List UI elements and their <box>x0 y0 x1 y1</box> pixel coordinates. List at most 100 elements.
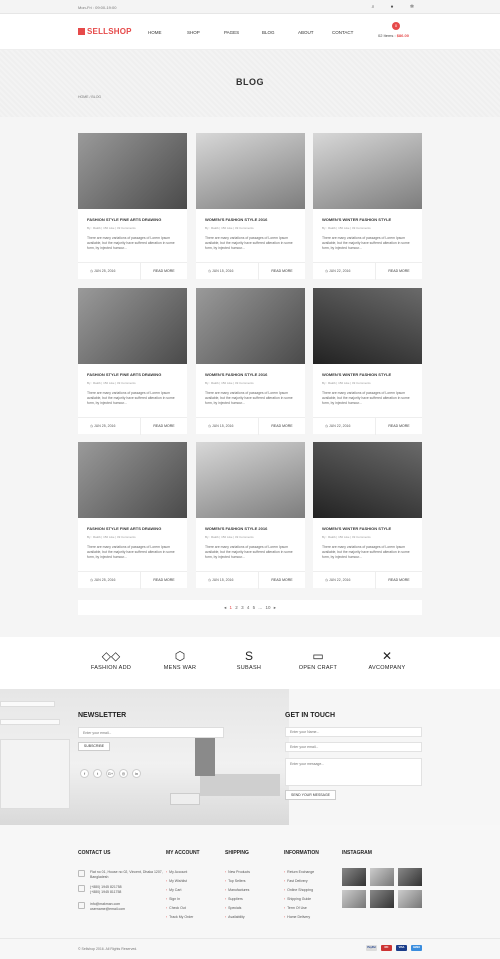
footer-link[interactable]: › Fast Delivery <box>284 877 314 886</box>
read-more-button[interactable]: READ MORE <box>140 263 187 280</box>
post-title[interactable]: WOMEN'S WINTER FASHION STYLE <box>322 217 391 222</box>
nav-pages[interactable]: PAGES <box>224 30 239 35</box>
brand-logo[interactable]: ◇◇ FASHION ADD <box>81 649 141 671</box>
brand-logo[interactable]: ▭ OPEN CRAFT <box>288 649 348 671</box>
blog-post-card[interactable]: WOMEN'S FASHION STYLE 2016 By : Rakib | 1… <box>196 288 305 435</box>
post-image[interactable] <box>313 442 422 518</box>
brand-logo[interactable]: ✕ AVCOMPANY <box>357 649 417 671</box>
prev-page-icon[interactable]: ◂ <box>224 605 226 610</box>
next-page-icon[interactable]: ▸ <box>274 605 276 610</box>
brand-logo[interactable]: S SUBASH <box>219 649 279 671</box>
footer-link[interactable]: › My Cart <box>166 886 193 895</box>
instagram-photo[interactable] <box>342 890 366 908</box>
footer-link[interactable]: › Check Out <box>166 904 193 913</box>
read-more-button[interactable]: READ MORE <box>375 418 422 435</box>
search-icon[interactable]: ⌕ <box>369 3 377 11</box>
blog-post-card[interactable]: FASHION STYLE FINE ARTS DRAWING By : Raki… <box>78 133 187 280</box>
footer-link[interactable]: › Track My Order <box>166 913 193 922</box>
blog-post-card[interactable]: WOMEN'S WINTER FASHION STYLE By : Rakib |… <box>313 133 422 280</box>
footer-link[interactable]: › Availability <box>225 913 250 922</box>
nav-home[interactable]: HOME <box>148 30 162 35</box>
instagram-photo[interactable] <box>398 868 422 886</box>
page-link[interactable]: 5 <box>253 605 256 610</box>
post-title[interactable]: WOMEN'S FASHION STYLE 2016 <box>205 526 267 531</box>
footer-link[interactable]: › Specials <box>225 904 250 913</box>
footer-link[interactable]: › My Account <box>166 868 193 877</box>
read-more-button[interactable]: READ MORE <box>258 418 305 435</box>
page-link[interactable]: 3 <box>241 605 244 610</box>
nav-shop[interactable]: SHOP <box>187 30 200 35</box>
page-link[interactable]: 4 <box>247 605 250 610</box>
cart-summary[interactable]: 02 Items : $86.00 <box>378 33 409 38</box>
newsletter-email-input[interactable] <box>78 727 224 738</box>
post-image[interactable] <box>196 442 305 518</box>
footer-link[interactable]: › Sign In <box>166 895 193 904</box>
post-image[interactable] <box>196 133 305 209</box>
post-title[interactable]: FASHION STYLE FINE ARTS DRAWING <box>87 217 161 222</box>
read-more-button[interactable]: READ MORE <box>258 263 305 280</box>
page-link[interactable]: 1 <box>230 605 233 610</box>
instagram-photo[interactable] <box>370 868 394 886</box>
blog-post-card[interactable]: WOMEN'S FASHION STYLE 2016 By : Rakib | 1… <box>196 133 305 280</box>
post-image[interactable] <box>313 288 422 364</box>
post-image[interactable] <box>78 288 187 364</box>
read-more-button[interactable]: READ MORE <box>140 418 187 435</box>
footer-link[interactable]: › Manufactures <box>225 886 250 895</box>
footer-link[interactable]: › Term Of Use <box>284 904 314 913</box>
post-title[interactable]: FASHION STYLE FINE ARTS DRAWING <box>87 526 161 531</box>
footer-link[interactable]: › Return Exchange <box>284 868 314 877</box>
post-title[interactable]: FASHION STYLE FINE ARTS DRAWING <box>87 372 161 377</box>
footer-link[interactable]: › My Wishlist <box>166 877 193 886</box>
twitter-icon[interactable]: t <box>93 769 102 778</box>
contact-message-field[interactable] <box>285 758 422 786</box>
post-image[interactable] <box>313 133 422 209</box>
facebook-icon[interactable]: f <box>80 769 89 778</box>
site-logo[interactable]: SELLSHOP <box>78 27 132 36</box>
blog-post-card[interactable]: WOMEN'S FASHION STYLE 2016 By : Rakib | 1… <box>196 442 305 589</box>
breadcrumb[interactable]: HOME / BLOG <box>78 95 101 99</box>
instagram-photo[interactable] <box>342 868 366 886</box>
blog-post-card[interactable]: WOMEN'S WINTER FASHION STYLE By : Rakib |… <box>313 442 422 589</box>
post-image[interactable] <box>78 133 187 209</box>
footer-link[interactable]: › Online Shopping <box>284 886 314 895</box>
blog-post-card[interactable]: FASHION STYLE FINE ARTS DRAWING By : Raki… <box>78 288 187 435</box>
dribbble-icon[interactable]: ◎ <box>119 769 128 778</box>
page-link[interactable]: 10 <box>265 605 270 610</box>
contact-email-field[interactable] <box>285 742 422 752</box>
google-plus-icon[interactable]: G+ <box>106 769 115 778</box>
footer-link[interactable]: › Home Delivery <box>284 913 314 922</box>
nav-contact[interactable]: CONTACT <box>332 30 353 35</box>
blog-post-card[interactable]: FASHION STYLE FINE ARTS DRAWING By : Raki… <box>78 442 187 589</box>
read-more-button[interactable]: READ MORE <box>375 572 422 589</box>
post-title[interactable]: WOMEN'S FASHION STYLE 2016 <box>205 217 267 222</box>
read-more-button[interactable]: READ MORE <box>375 263 422 280</box>
footer-link[interactable]: › Suppliers <box>225 895 250 904</box>
instagram-photo[interactable] <box>398 890 422 908</box>
brand-logo[interactable]: ⬡ MENS WAR <box>150 649 210 671</box>
post-title[interactable]: WOMEN'S WINTER FASHION STYLE <box>322 372 391 377</box>
cart-badge[interactable]: 0 <box>392 22 400 30</box>
send-message-button[interactable]: SEND YOUR MESSAGE <box>285 790 336 800</box>
read-more-button[interactable]: READ MORE <box>140 572 187 589</box>
instagram-photo[interactable] <box>370 890 394 908</box>
nav-blog[interactable]: BLOG <box>262 30 275 35</box>
contact-name-field[interactable] <box>285 727 422 737</box>
linkedin-icon[interactable]: in <box>132 769 141 778</box>
subscribe-button[interactable]: SUBSCRIBE <box>78 742 110 751</box>
post-image[interactable] <box>196 288 305 364</box>
page-link[interactable]: 2 <box>235 605 238 610</box>
read-more-button[interactable]: READ MORE <box>258 572 305 589</box>
nav-about[interactable]: ABOUT <box>298 30 314 35</box>
blog-post-card[interactable]: WOMEN'S WINTER FASHION STYLE By : Rakib |… <box>313 288 422 435</box>
footer-link[interactable]: › New Products <box>225 868 250 877</box>
footer-link[interactable]: › Shipping Guide <box>284 895 314 904</box>
paypal-icon: PayPal <box>366 945 377 951</box>
post-image[interactable] <box>78 442 187 518</box>
post-title[interactable]: WOMEN'S FASHION STYLE 2016 <box>205 372 267 377</box>
post-date: ◷ JUN 15, 2016 <box>208 578 234 582</box>
user-icon[interactable]: ● <box>388 3 396 11</box>
gear-icon[interactable]: ✲ <box>408 3 416 11</box>
post-title[interactable]: WOMEN'S WINTER FASHION STYLE <box>322 526 391 531</box>
footer-account-list: › My Account › My Wishlist › My Cart › Sign … <box>166 868 193 922</box>
footer-link[interactable]: › Top Sellers <box>225 877 250 886</box>
